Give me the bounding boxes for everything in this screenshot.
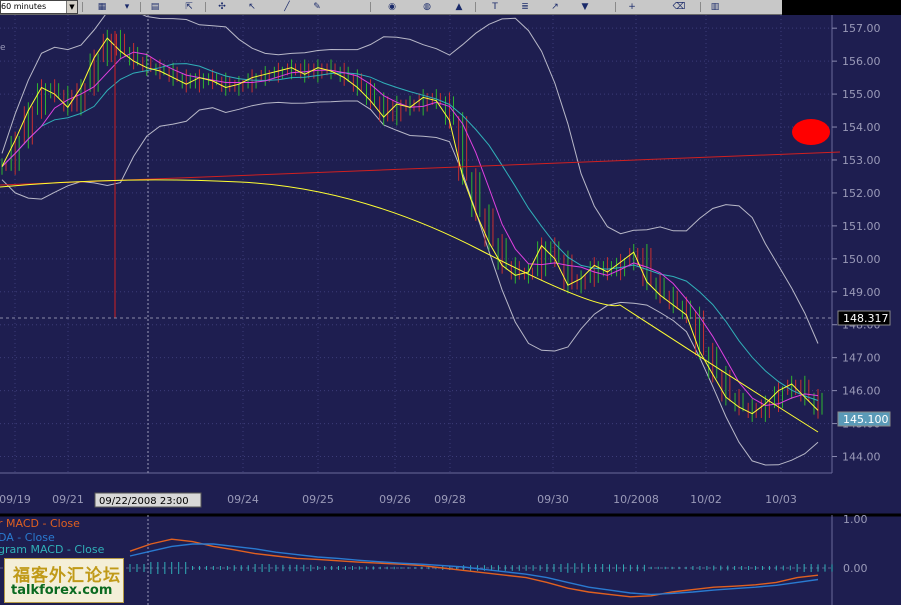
line-tool-icon[interactable]: ╱	[280, 1, 294, 12]
y-tick-label: 156.00	[842, 55, 881, 68]
eye-icon[interactable]: ◉	[385, 1, 399, 12]
price-chart[interactable]: 157.00 156.00 155.00 154.00 153.00 152.00 151.…	[0, 15, 901, 512]
y-tick-label: 144.00	[842, 451, 881, 464]
x-tick-label: 09/25	[302, 493, 334, 506]
cursor-icon[interactable]: ⇱	[182, 1, 196, 12]
y-tick-label: 152.00	[842, 187, 881, 200]
x-tick-label: 09/24	[227, 493, 259, 506]
indicator-icon[interactable]: ≣	[518, 1, 532, 12]
chart-icon[interactable]: ▲	[452, 1, 466, 12]
red-marker[interactable]	[792, 119, 830, 145]
y-tick-label: 147.00	[842, 352, 881, 365]
macd-legend-histogram: gram MACD - Close	[0, 543, 105, 556]
toolbar: 60 minutes ▼ ▦ ▾ ▤ ⇱ ✣ ↖ ╱ ✎ ◉ ◍ ▲ T ≣ ↗ ▼ + ⌫ ▥	[0, 0, 782, 15]
toolbar-separator	[615, 2, 616, 12]
toolbar-separator	[82, 2, 83, 12]
trend-line-icon[interactable]: ↗	[548, 1, 562, 12]
pencil-icon[interactable]: ✎	[310, 1, 324, 12]
y-tick-label: 157.00	[842, 22, 881, 35]
y-tick-label: 150.00	[842, 253, 881, 266]
y-tick-label: 155.00	[842, 88, 881, 101]
chevron-down-icon: ▼	[66, 1, 77, 13]
macd-background	[0, 512, 901, 605]
last-price-label: 145.100	[843, 413, 889, 426]
plus-icon[interactable]: +	[625, 1, 639, 12]
x-tick-label: 10/2008	[613, 493, 659, 506]
crosshair-icon[interactable]: ✣	[215, 1, 229, 12]
x-tick-label: 09/26	[379, 493, 411, 506]
toolbar-separator	[475, 2, 476, 12]
toolbar-separator	[205, 2, 206, 12]
watermark-logo: 福客外汇论坛 talkforex.com	[4, 558, 124, 603]
timeframe-select[interactable]: 60 minutes ▼	[0, 0, 78, 14]
properties-icon[interactable]: ▤	[148, 1, 162, 12]
watermark-url: talkforex.com	[11, 583, 113, 598]
x-tick-label: 10/03	[765, 493, 797, 506]
data-window-icon[interactable]: ▥	[708, 1, 722, 12]
macd-tick-0: 0.00	[843, 562, 868, 575]
timeframe-value: 60 minutes	[1, 2, 47, 11]
macd-tick-1: 1.00	[843, 513, 868, 526]
globe-icon[interactable]: ◍	[420, 1, 434, 12]
y-tick-label: 153.00	[842, 154, 881, 167]
chart-label-fragment: e	[0, 43, 6, 53]
bar-style-icon[interactable]: ▾	[120, 1, 134, 12]
y-tick-label: 149.00	[842, 286, 881, 299]
current-price-label: 148.317	[843, 312, 889, 325]
eraser-icon[interactable]: ⌫	[672, 1, 686, 12]
x-tick-label: 09/30	[537, 493, 569, 506]
marker-icon[interactable]: ▼	[578, 1, 592, 12]
y-tick-label: 146.00	[842, 385, 881, 398]
x-tick-label: 09/28	[434, 493, 466, 506]
x-tick-label: 09/21	[52, 493, 84, 506]
chart-background	[0, 15, 832, 512]
toolbar-spacer	[782, 0, 901, 14]
pointer-icon[interactable]: ↖	[245, 1, 259, 12]
date-tag: 09/22/2008 23:00	[99, 496, 189, 507]
toolbar-separator	[140, 2, 141, 12]
chart-type-icon[interactable]: ▦	[95, 1, 109, 12]
x-tick-label: 10/02	[690, 493, 722, 506]
y-tick-label: 151.00	[842, 220, 881, 233]
toolbar-separator	[700, 2, 701, 12]
toolbar-separator	[370, 2, 371, 12]
x-tick-label: 09/19	[0, 493, 31, 506]
macd-legend-macd: r MACD - Close	[0, 517, 80, 530]
macd-panel[interactable]: r MACD - Close DA - Close gram MACD - Cl…	[0, 512, 901, 605]
y-tick-label: 154.00	[842, 121, 881, 134]
text-tool-icon[interactable]: T	[488, 1, 502, 12]
